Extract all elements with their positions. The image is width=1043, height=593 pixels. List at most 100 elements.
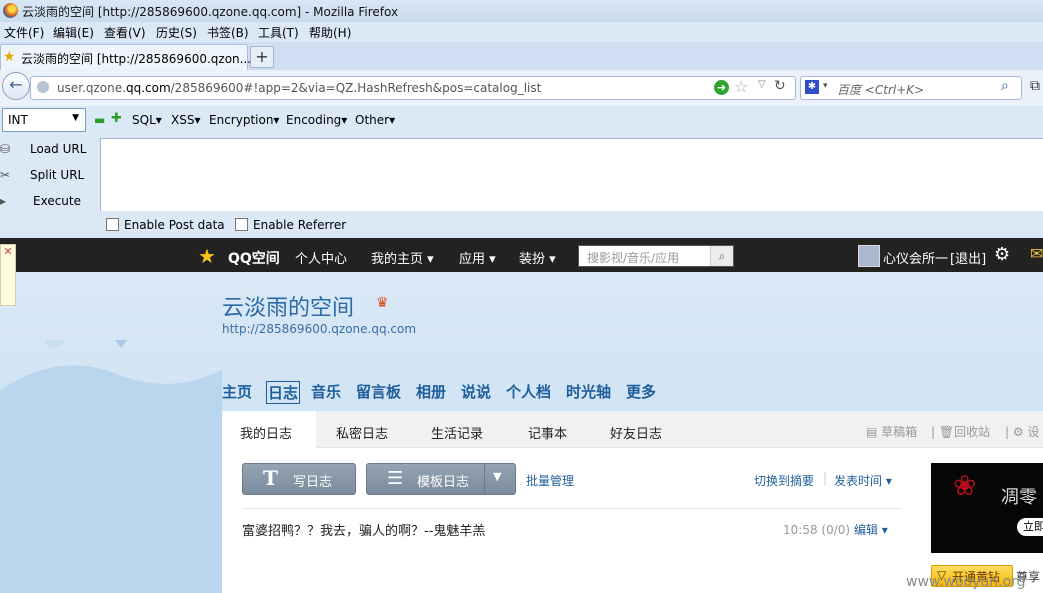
url-text: user.qzone.qq.com/285869600#!app=2&via=Q… [57, 81, 542, 95]
menu-sql[interactable]: SQL▾ [132, 113, 162, 127]
mainnav-album[interactable]: 相册 [416, 381, 446, 402]
list-icon: ☰ [387, 468, 404, 489]
back-arrow-icon[interactable]: ← [2, 72, 30, 100]
play-icon: ▸ [0, 194, 7, 208]
mainnav-guestbook[interactable]: 留言板 [356, 381, 401, 402]
trash-icon: | 🗑 [931, 425, 955, 439]
split-url-button[interactable]: ✂ Split URL [0, 168, 84, 182]
settings-link[interactable]: | ⚙ 设 [1005, 423, 1039, 440]
tab-friends-blog[interactable]: 好友日志 [610, 423, 662, 442]
level-badge-icon[interactable]: ♛ [376, 295, 389, 311]
mainnav-music[interactable]: 音乐 [311, 381, 341, 402]
blog-post-meta: 10:58 (0/0) 编辑 ▾ [783, 521, 888, 538]
window-titlebar: 云淡雨的空间 [http://285869600.qzone.qq.com] -… [0, 0, 1043, 22]
reload-icon[interactable]: ↻ [774, 78, 786, 94]
menu-file[interactable]: 文件(F) [4, 24, 44, 41]
execute-button[interactable]: ▸ Execute [0, 194, 81, 208]
enable-post-data-checkbox[interactable]: Enable Post data [106, 218, 225, 232]
mainnav-blog[interactable]: 日志 [266, 381, 301, 404]
firefox-logo-icon [3, 3, 18, 18]
chevron-down-icon[interactable]: ▼ [493, 470, 501, 483]
space-title: 云淡雨的空间 [222, 296, 355, 321]
search-bar[interactable]: ✱ ▾ 百度 <Ctrl+K> ⌕ [800, 76, 1022, 100]
tab-qzone[interactable]: ★ 云淡雨的空间 [http://285869600.qzon... [0, 44, 252, 71]
nav-dressup[interactable]: 装扮 ▾ [519, 248, 556, 267]
drafts-link[interactable]: ▤ 草稿箱 [866, 423, 917, 440]
mainnav-more[interactable]: 更多 [626, 381, 656, 402]
chevron-down-icon: ▼ [72, 113, 79, 123]
nav-my-home[interactable]: 我的主页 ▾ [371, 248, 434, 267]
menu-xss[interactable]: XSS▾ [171, 113, 200, 127]
space-url[interactable]: http://285869600.qzone.qq.com [222, 322, 416, 336]
mail-icon[interactable]: ✉ [1030, 244, 1043, 263]
ad-banner[interactable]: ❀ 凋零 立即 [931, 463, 1043, 553]
template-blog-button[interactable]: ☰ 模板日志 ▼ [366, 463, 516, 495]
rose-icon: ❀ [953, 469, 977, 502]
menu-tools[interactable]: 工具(T) [258, 24, 299, 41]
screenshot-icon[interactable]: ⧉ [1030, 78, 1040, 94]
menu-other[interactable]: Other▾ [355, 113, 395, 127]
drafts-icon: ▤ [866, 425, 878, 439]
tab-life-record[interactable]: 生活记录 [431, 423, 483, 442]
recycle-link[interactable]: | 🗑回收站 [931, 423, 990, 440]
hackbar-url-textarea[interactable] [100, 138, 1043, 211]
menu-history[interactable]: 历史(S) [156, 24, 197, 41]
nav-personal-center[interactable]: 个人中心 [295, 248, 347, 267]
tab-private-blog[interactable]: 私密日志 [336, 423, 388, 442]
menu-view[interactable]: 查看(V) [104, 24, 146, 41]
increase-icon[interactable]: ✚ [111, 111, 122, 126]
divider [242, 508, 901, 509]
type-select[interactable]: INT ▼ [2, 108, 86, 132]
mainnav-timeline[interactable]: 时光轴 [566, 381, 611, 402]
gear-icon[interactable]: ⚙ [994, 244, 1010, 265]
tab-my-blog[interactable]: 我的日志 [240, 423, 292, 442]
search-icon[interactable]: ⌕ [1001, 78, 1009, 94]
mainnav-profile[interactable]: 个人档 [506, 381, 551, 402]
write-blog-button[interactable]: T 写日志 [242, 463, 356, 495]
tab-title: 云淡雨的空间 [http://285869600.qzon... [21, 52, 252, 66]
batch-manage-link[interactable]: 批量管理 [526, 472, 574, 489]
url-bar[interactable]: user.qzone.qq.com/285869600#!app=2&via=Q… [30, 76, 796, 100]
decrease-icon[interactable]: ▬ [94, 113, 105, 127]
mainnav-home[interactable]: 主页 [222, 381, 252, 402]
dropdown-arrow-icon[interactable]: ▽ [758, 79, 766, 90]
username[interactable]: 心仪会所一 [883, 248, 948, 267]
menu-bookmarks[interactable]: 书签(B) [207, 24, 249, 41]
hills-decoration [0, 340, 222, 593]
close-icon[interactable]: ✕ [0, 244, 16, 306]
mainnav-shuoshuo[interactable]: 说说 [461, 381, 491, 402]
enable-referrer-checkbox[interactable]: Enable Referrer [235, 218, 346, 232]
qzone-search-input[interactable]: 搜影视/音乐/应用 ⌕ [578, 245, 734, 267]
edit-link[interactable]: 编辑 ▾ [854, 523, 888, 537]
bookmark-star-icon[interactable]: ☆ [734, 77, 748, 96]
tab-notepad[interactable]: 记事本 [528, 423, 567, 442]
menu-edit[interactable]: 编辑(E) [53, 24, 94, 41]
menu-encryption[interactable]: Encryption▾ [209, 113, 279, 127]
go-arrow-icon[interactable]: ➜ [714, 80, 729, 95]
load-url-button[interactable]: ⛁ Load URL [0, 142, 86, 156]
watermark: www.wooyun.org [906, 574, 1026, 590]
switch-summary-link[interactable]: 切换到摘要 [754, 472, 814, 489]
button-divider [484, 464, 485, 494]
text-t-icon: T [263, 466, 278, 490]
menu-encoding[interactable]: Encoding▾ [286, 113, 347, 127]
search-icon[interactable]: ⌕ [710, 246, 733, 266]
favicon-star-icon: ★ [3, 49, 16, 65]
type-select-value: INT [8, 113, 28, 127]
separator: | [823, 471, 828, 485]
menu-help[interactable]: 帮助(H) [309, 24, 351, 41]
ad-tag[interactable]: 立即 [1017, 518, 1043, 536]
avatar[interactable] [858, 245, 880, 267]
logout-link[interactable]: [退出] [950, 248, 986, 267]
new-tab-button[interactable]: + [250, 46, 274, 68]
qzone-logo[interactable]: QQ空间 [228, 248, 280, 268]
blog-post-title[interactable]: 富婆招鸭？？我去，骗人的啊？--鬼魅羊羔 [242, 520, 485, 539]
nav-apps[interactable]: 应用 ▾ [459, 248, 496, 267]
baidu-paw-icon[interactable]: ✱ [805, 80, 819, 94]
globe-icon [37, 81, 49, 93]
engine-dropdown-icon[interactable]: ▾ [823, 81, 828, 91]
sort-publish-time[interactable]: 发表时间 ▾ [834, 472, 892, 489]
post-time: 10:58 [783, 523, 818, 537]
menubar: 文件(F) 编辑(E) 查看(V) 历史(S) 书签(B) 工具(T) 帮助(H… [0, 22, 1043, 42]
post-count: (0/0) [821, 523, 851, 537]
